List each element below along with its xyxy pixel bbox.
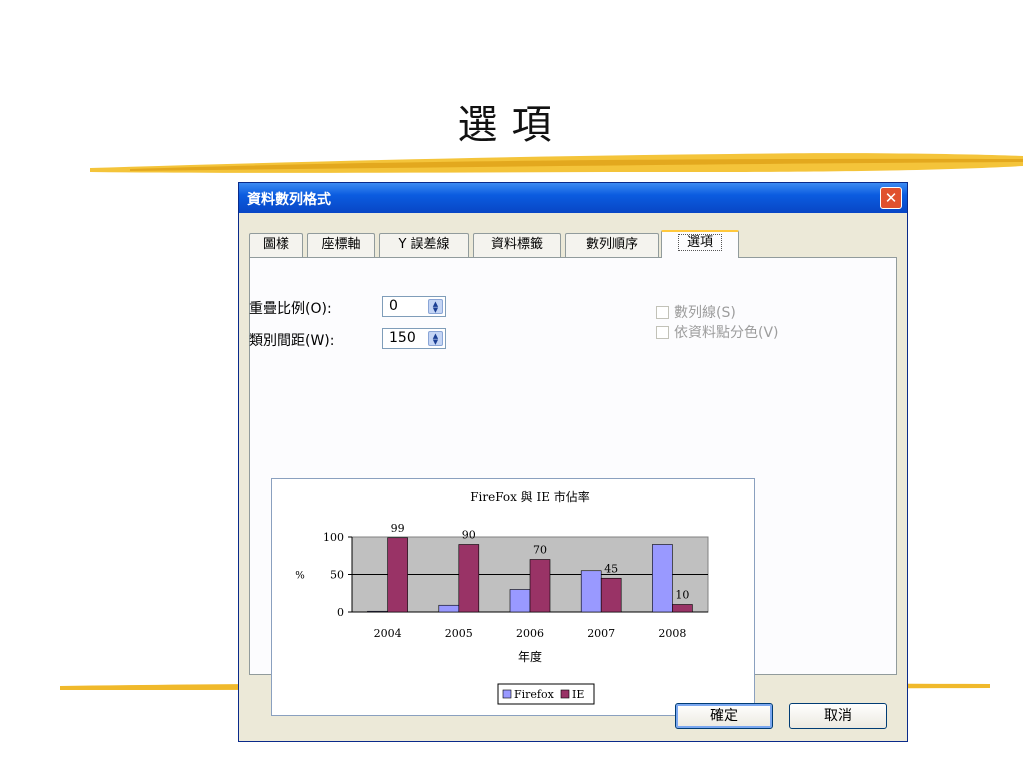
data-label: 10 bbox=[675, 589, 689, 602]
bar-ie bbox=[600, 577, 622, 613]
x-tick-label: 2008 bbox=[658, 627, 686, 640]
spinner-arrows-icon[interactable]: ▲ ▼ bbox=[428, 331, 443, 346]
dialog-titlebar[interactable]: 資料數列格式 ✕ bbox=[239, 183, 907, 213]
tab-data-labels[interactable]: 資料標籤 bbox=[473, 233, 561, 257]
format-data-series-dialog: 資料數列格式 ✕ 圖樣 座標軸 Y 誤差線 資料標籤 數列順序 選項 重疊比例(… bbox=[238, 182, 908, 742]
bar-ie bbox=[458, 544, 480, 613]
close-button[interactable]: ✕ bbox=[880, 187, 902, 209]
chart-title: FireFox 與 IE 市佔率 bbox=[470, 489, 590, 504]
tab-series-order[interactable]: 數列順序 bbox=[565, 233, 659, 257]
tab-options[interactable]: 選項 bbox=[661, 230, 739, 258]
spinner-arrows-icon[interactable]: ▲ ▼ bbox=[428, 299, 443, 314]
y-axis-label: % bbox=[295, 571, 305, 582]
x-tick-label: 2007 bbox=[587, 627, 615, 640]
gap-width-value: 150 bbox=[389, 330, 416, 346]
vary-colors-label: 依資料點分色(V) bbox=[674, 325, 779, 341]
gap-width-label: 類別間距(W): bbox=[249, 333, 335, 349]
data-label: 99 bbox=[391, 522, 405, 535]
x-tick-label: 2006 bbox=[516, 627, 544, 640]
series-lines-label: 數列線(S) bbox=[674, 305, 736, 321]
x-tick-label: 2004 bbox=[374, 627, 402, 640]
bar-firefox bbox=[438, 604, 460, 613]
dialog-title: 資料數列格式 bbox=[247, 192, 331, 208]
overlap-spinner[interactable]: 0 ▲ ▼ bbox=[382, 296, 446, 317]
x-tick-label: 2005 bbox=[445, 627, 473, 640]
slide-title: 選項 bbox=[457, 102, 566, 148]
x-axis-label: 年度 bbox=[518, 649, 542, 664]
legend-label-ie: IE bbox=[572, 688, 584, 701]
overlap-value: 0 bbox=[389, 298, 398, 314]
y-tick-label: 0 bbox=[337, 606, 344, 619]
overlap-label: 重疊比例(O): bbox=[249, 301, 332, 317]
vary-colors-checkbox[interactable]: 依資料點分色(V) bbox=[656, 322, 779, 342]
decorative-brush-stroke bbox=[90, 153, 1023, 173]
data-label: 45 bbox=[604, 562, 618, 575]
bar-ie bbox=[387, 537, 408, 613]
y-tick-label: 50 bbox=[330, 569, 344, 582]
gap-width-spinner[interactable]: 150 ▲ ▼ bbox=[382, 328, 446, 349]
checkbox-icon bbox=[656, 326, 669, 339]
checkbox-icon bbox=[656, 306, 669, 319]
bar-firefox bbox=[367, 610, 388, 613]
y-tick-label: 100 bbox=[323, 531, 344, 544]
bar-ie bbox=[672, 604, 693, 613]
close-icon: ✕ bbox=[884, 189, 898, 207]
bar-chart: FireFox 與 IE 市佔率 0 50 100% 2004 99 2005 90 2006 7… bbox=[295, 489, 709, 705]
legend-swatch-ie bbox=[560, 689, 570, 699]
bar-ie bbox=[529, 559, 551, 613]
ok-button[interactable]: 確定 bbox=[675, 703, 773, 729]
cancel-button[interactable]: 取消 bbox=[789, 703, 887, 729]
legend-label-firefox: Firefox bbox=[514, 688, 555, 701]
chart-preview: FireFox 與 IE 市佔率 0 50 100% 2004 99 2005 90 2006 7… bbox=[271, 478, 755, 716]
data-label: 90 bbox=[462, 529, 476, 542]
series-lines-checkbox[interactable]: 數列線(S) bbox=[656, 302, 736, 322]
bar-firefox bbox=[509, 589, 531, 613]
legend-swatch-firefox bbox=[502, 689, 512, 699]
bar-firefox bbox=[652, 544, 673, 613]
options-panel: 重疊比例(O): 0 ▲ ▼ 類別間距(W): 150 ▲ ▼ 數列線(S) 依… bbox=[249, 257, 897, 716]
tab-axis[interactable]: 座標軸 bbox=[307, 233, 375, 257]
tab-y-error-bars[interactable]: Y 誤差線 bbox=[379, 233, 469, 257]
tab-patterns[interactable]: 圖樣 bbox=[249, 233, 303, 257]
bar-firefox bbox=[580, 570, 602, 613]
data-label: 70 bbox=[533, 544, 547, 557]
